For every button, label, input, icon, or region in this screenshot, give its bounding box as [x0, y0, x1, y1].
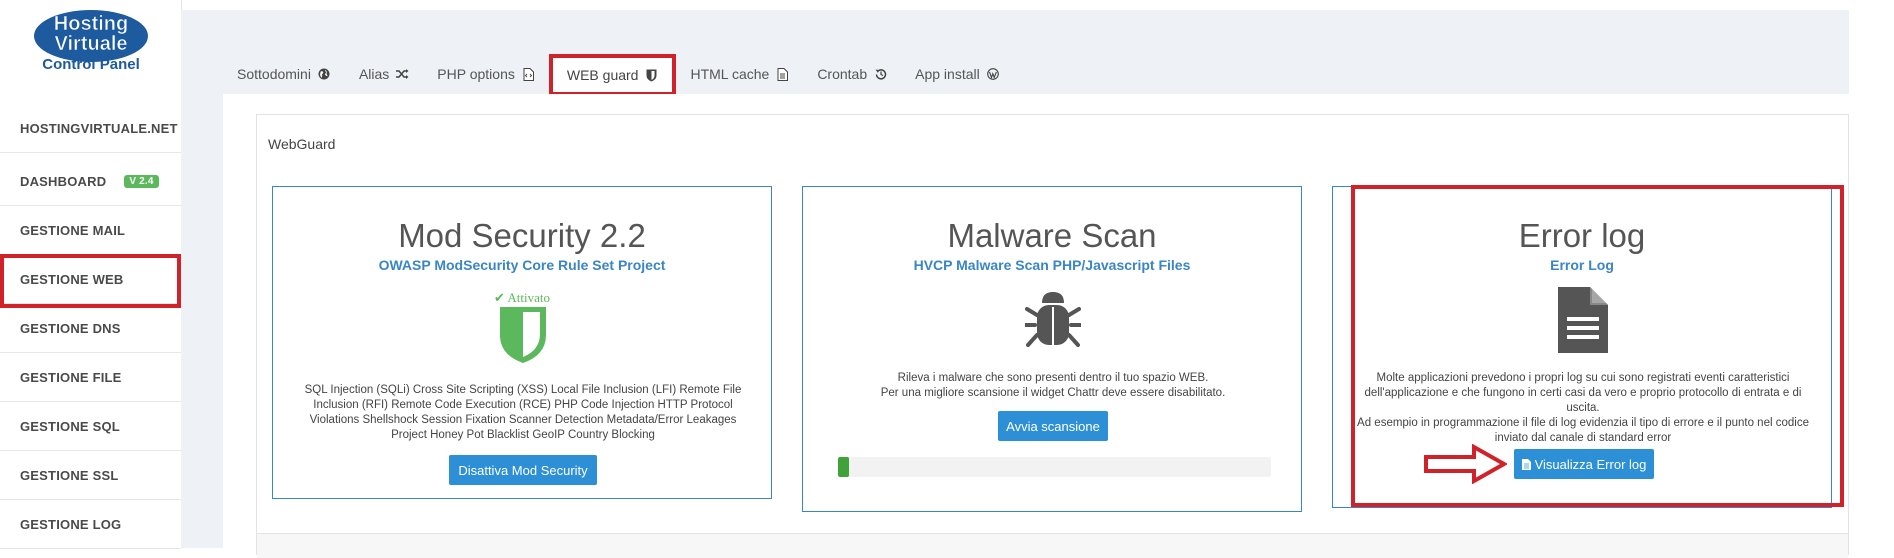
content-gutter	[181, 94, 223, 548]
status-activated: ✔ Attivato	[273, 290, 771, 306]
highlight-sidebar-web	[0, 254, 181, 308]
tab-bar: Sottodomini Alias PHP options WEB guard …	[223, 54, 1014, 96]
sidebar-item-dns[interactable]: GESTIONE DNS	[0, 304, 181, 353]
card-subtitle: OWASP ModSecurity Core Rule Set Project	[378, 257, 666, 273]
file-code-icon	[522, 67, 535, 81]
tab-label: Sottodomini	[237, 66, 311, 82]
tab-app-install[interactable]: App install	[901, 54, 1014, 94]
sidebar-item-label: GESTIONE DNS	[20, 320, 121, 336]
history-icon	[874, 68, 887, 81]
start-scan-button[interactable]: Avvia scansione	[998, 411, 1108, 441]
scan-progress-bar	[838, 457, 1271, 477]
version-badge: V 2.4	[124, 174, 159, 188]
card-title: Mod Security 2.2	[398, 217, 646, 254]
scan-progress-fill	[838, 457, 849, 477]
svg-text:Virtuale: Virtuale	[55, 33, 128, 55]
button-label: Disattiva Mod Security	[458, 462, 588, 478]
sidebar-item-label: GESTIONE FILE	[20, 369, 122, 385]
sidebar-item-ssl[interactable]: GESTIONE SSL	[0, 451, 181, 500]
sidebar-item-label: DASHBOARD	[20, 173, 107, 189]
modsecurity-card: Mod Security 2.2 OWASP ModSecurity Core …	[272, 186, 772, 499]
page-right-margin	[1849, 10, 1894, 548]
sidebar-item-label: HOSTINGVIRTUALE.NET	[20, 120, 178, 136]
tab-label: PHP options	[437, 66, 515, 82]
sidebar-item-mail[interactable]: GESTIONE MAIL	[0, 206, 181, 255]
sidebar-item-domain[interactable]: HOSTINGVIRTUALE.NET	[0, 104, 181, 153]
panel-title: WebGuard	[268, 136, 336, 152]
sidebar-item-dashboard[interactable]: DASHBOARD V 2.4	[0, 157, 181, 206]
sidebar-item-label: GESTIONE SSL	[20, 467, 119, 483]
svg-text:Hosting: Hosting	[54, 13, 128, 35]
tab-label: HTML cache	[690, 66, 770, 82]
file-icon	[776, 67, 789, 81]
svg-text:Control Panel: Control Panel	[42, 56, 140, 73]
status-label: Attivato	[507, 290, 551, 305]
panel-footer	[257, 533, 1848, 558]
tab-sottodomini[interactable]: Sottodomini	[223, 54, 345, 94]
sidebar-item-file[interactable]: GESTIONE FILE	[0, 353, 181, 402]
malware-scan-card: Malware Scan HVCP Malware Scan PHP/Javas…	[802, 186, 1302, 512]
tab-label: Crontab	[817, 66, 868, 82]
check-icon: ✔	[493, 290, 505, 305]
tab-html-cache[interactable]: HTML cache	[676, 54, 803, 94]
shield-icon	[499, 306, 547, 364]
tab-label: App install	[915, 66, 980, 82]
highlight-error-log-card	[1351, 185, 1844, 507]
tab-crontab[interactable]: Crontab	[803, 54, 901, 94]
description-line: Rileva i malware che sono presenti dentr…	[897, 372, 1209, 384]
tab-php-options[interactable]: PHP options	[423, 54, 549, 94]
sidebar-item-sql[interactable]: GESTIONE SQL	[0, 402, 181, 451]
hostingvirtuale-logo[interactable]: Hosting Virtuale Control Panel	[18, 6, 170, 76]
sidebar-item-label: GESTIONE MAIL	[20, 222, 126, 238]
card-subtitle: HVCP Malware Scan PHP/Javascript Files	[913, 257, 1191, 273]
card-description: SQL Injection (SQLi) Cross Site Scriptin…	[304, 384, 742, 441]
tab-web-guard[interactable]: WEB guard	[548, 54, 677, 96]
tab-alias[interactable]: Alias	[345, 54, 423, 94]
sidebar-item-label: GESTIONE SQL	[20, 418, 120, 434]
shield-icon	[645, 69, 658, 82]
tab-label: WEB guard	[566, 67, 639, 83]
globe-icon	[318, 68, 331, 81]
sidebar-item-label: GESTIONE LOG	[20, 516, 122, 532]
bug-icon	[1023, 289, 1083, 353]
wordpress-icon	[987, 68, 1000, 81]
description-line: Per una migliore scansione il widget Cha…	[880, 387, 1226, 399]
card-title: Malware Scan	[947, 217, 1157, 254]
disable-modsecurity-button[interactable]: Disattiva Mod Security	[449, 455, 597, 485]
tab-label: Alias	[358, 66, 390, 82]
sidebar-item-log[interactable]: GESTIONE LOG	[0, 500, 181, 549]
button-label: Avvia scansione	[1006, 418, 1100, 434]
shuffle-icon	[396, 68, 409, 81]
card-description: Rileva i malware che sono presenti dentr…	[823, 371, 1283, 401]
